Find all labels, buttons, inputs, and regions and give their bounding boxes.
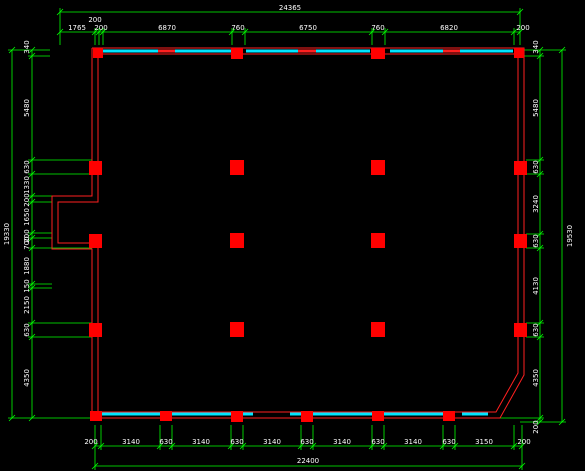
column [93,48,103,58]
dim-label: 630 [23,323,31,336]
dim-label: 200 [84,438,97,446]
column [231,411,243,422]
column [90,411,102,421]
dim-label: 200 [23,193,31,206]
column [514,234,527,248]
dim-label: 630 [300,438,313,446]
column [230,233,244,248]
dim-label: 630 [532,323,540,336]
dim-label: 150 [23,279,31,292]
column [89,234,102,248]
column [160,411,172,421]
dim-label: 630 [532,160,540,173]
dim-label: 1650 [23,208,31,226]
dim-label: 200 [88,16,101,24]
column [443,411,455,421]
dim-label: 1880 [23,257,31,275]
dim-label: 1765 [68,24,86,32]
dim-label: 630 [532,234,540,247]
dim-label: 340 [532,40,540,53]
column [371,160,385,175]
dim-label: 630 [23,160,31,173]
dim-label: 700 [23,236,31,249]
dim-label: 630 [371,438,384,446]
dim-label: 3140 [404,438,422,446]
dim-label: 3140 [122,438,140,446]
column [514,161,527,175]
dim-label: 340 [23,40,31,53]
dim-label: 4350 [532,369,540,387]
column [371,48,385,59]
dim-label: 760 [371,24,384,32]
dim-label: 6750 [299,24,317,32]
dim-label: 1330 [23,176,31,194]
dim-label: 5480 [532,99,540,117]
column [230,322,244,337]
dim-label-overall-right: 19530 [566,225,574,247]
column [231,48,243,59]
column [230,160,244,175]
dim-label: 3140 [192,438,210,446]
dim-label: 200 [517,438,530,446]
dim-label-overall-left: 19330 [3,223,11,245]
dim-label: 3140 [333,438,351,446]
dim-label: 200 [532,420,540,433]
dim-label: 6870 [158,24,176,32]
dim-label: 3150 [475,438,493,446]
dim-label: 200 [94,24,107,32]
dim-label: 630 [442,438,455,446]
dim-label-overall-bottom: 22400 [297,457,319,465]
column [89,323,102,337]
dim-label: 4350 [23,369,31,387]
dim-label: 4130 [532,277,540,295]
dim-label: 6820 [440,24,458,32]
column [372,411,384,421]
drawing-background [0,0,585,471]
column [371,322,385,337]
dim-label: 760 [231,24,244,32]
column [89,161,102,175]
floor-plan-drawing: 24365 1765 200 200 6870 760 6750 760 682… [0,0,585,471]
dim-label: 3140 [263,438,281,446]
column [514,48,524,58]
dim-label: 2150 [23,296,31,314]
dim-label: 3240 [532,195,540,213]
dim-label: 630 [159,438,172,446]
dim-label: 5480 [23,99,31,117]
dim-label: 630 [230,438,243,446]
dim-label-overall-top: 24365 [279,4,301,12]
dim-label: 200 [516,24,529,32]
column [514,323,527,337]
column [301,411,313,422]
column [371,233,385,248]
